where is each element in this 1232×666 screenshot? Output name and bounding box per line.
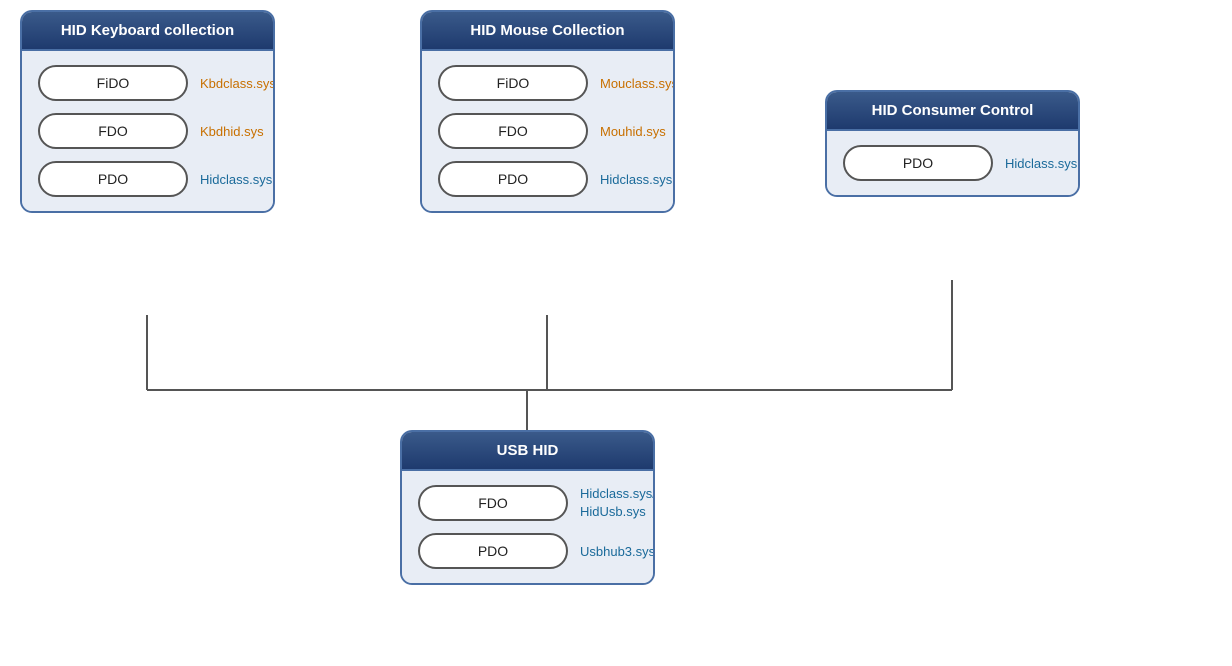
mouse-collection-title: HID Mouse Collection xyxy=(470,22,624,39)
kbd-pdo-row: PDO Hidclass.sys xyxy=(38,161,257,197)
mouse-collection-box: HID Mouse Collection FiDO Mouclass.sys F… xyxy=(420,10,675,213)
kbd-fdo-pill: FDO xyxy=(38,113,188,149)
usb-fdo-label: Hidclass.sys/HidUsb.sys xyxy=(580,485,655,521)
kbd-pdo-label: Hidclass.sys xyxy=(200,172,272,187)
usb-collection-title: USB HID xyxy=(497,442,559,459)
mouse-fido-label: Mouclass.sys xyxy=(600,76,675,91)
consumer-pdo-label: Hidclass.sys xyxy=(1005,156,1077,171)
kbd-fido-label: Kbdclass.sys xyxy=(200,76,275,91)
consumer-collection-header: HID Consumer Control xyxy=(827,92,1078,131)
diagram-container: HID Keyboard collection FiDO Kbdclass.sy… xyxy=(0,0,1232,666)
mouse-fido-row: FiDO Mouclass.sys xyxy=(438,65,657,101)
keyboard-collection-header: HID Keyboard collection xyxy=(22,12,273,51)
mouse-pdo-pill: PDO xyxy=(438,161,588,197)
consumer-pdo-pill: PDO xyxy=(843,145,993,181)
mouse-fido-pill: FiDO xyxy=(438,65,588,101)
kbd-fido-pill: FiDO xyxy=(38,65,188,101)
kbd-pdo-pill: PDO xyxy=(38,161,188,197)
consumer-collection-body: PDO Hidclass.sys xyxy=(827,131,1078,195)
mouse-collection-body: FiDO Mouclass.sys FDO Mouhid.sys PDO Hid… xyxy=(422,51,673,211)
mouse-pdo-label: Hidclass.sys xyxy=(600,172,672,187)
kbd-fido-row: FiDO Kbdclass.sys xyxy=(38,65,257,101)
mouse-fdo-pill: FDO xyxy=(438,113,588,149)
keyboard-collection-title: HID Keyboard collection xyxy=(61,22,234,39)
usb-pdo-label: Usbhub3.sys xyxy=(580,544,655,559)
kbd-fdo-label: Kbdhid.sys xyxy=(200,124,264,139)
consumer-collection-box: HID Consumer Control PDO Hidclass.sys xyxy=(825,90,1080,197)
kbd-fdo-row: FDO Kbdhid.sys xyxy=(38,113,257,149)
mouse-pdo-row: PDO Hidclass.sys xyxy=(438,161,657,197)
keyboard-collection-box: HID Keyboard collection FiDO Kbdclass.sy… xyxy=(20,10,275,213)
usb-collection-body: FDO Hidclass.sys/HidUsb.sys PDO Usbhub3.… xyxy=(402,471,653,583)
usb-fdo-pill: FDO xyxy=(418,485,568,521)
usb-pdo-row: PDO Usbhub3.sys xyxy=(418,533,637,569)
keyboard-collection-body: FiDO Kbdclass.sys FDO Kbdhid.sys PDO Hid… xyxy=(22,51,273,211)
usb-fdo-row: FDO Hidclass.sys/HidUsb.sys xyxy=(418,485,637,521)
mouse-fdo-row: FDO Mouhid.sys xyxy=(438,113,657,149)
usb-pdo-pill: PDO xyxy=(418,533,568,569)
usb-collection-header: USB HID xyxy=(402,432,653,471)
consumer-pdo-row: PDO Hidclass.sys xyxy=(843,145,1062,181)
mouse-fdo-label: Mouhid.sys xyxy=(600,124,666,139)
mouse-collection-header: HID Mouse Collection xyxy=(422,12,673,51)
usb-collection-box: USB HID FDO Hidclass.sys/HidUsb.sys PDO … xyxy=(400,430,655,585)
consumer-collection-title: HID Consumer Control xyxy=(872,102,1034,119)
